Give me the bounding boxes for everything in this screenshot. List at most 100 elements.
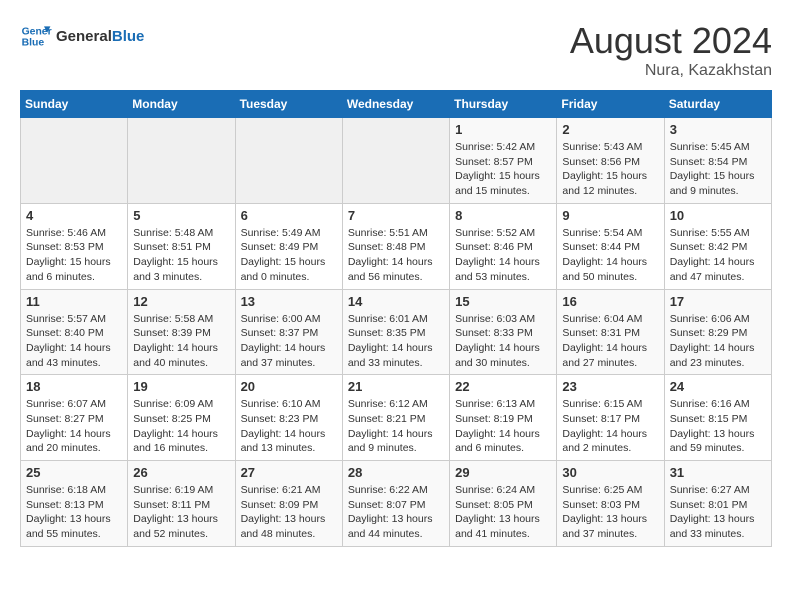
day-detail: Sunrise: 6:09 AM Sunset: 8:25 PM Dayligh… — [133, 397, 229, 456]
calendar-cell: 6 Sunrise: 5:49 AM Sunset: 8:49 PM Daylig… — [235, 203, 342, 289]
calendar-cell: 13Sunrise: 6:00 AM Sunset: 8:37 PM Dayli… — [235, 289, 342, 375]
logo-text: GeneralBlue — [56, 28, 144, 45]
calendar-cell: 19 Sunrise: 6:09 AM Sunset: 8:25 PM Dayli… — [128, 375, 235, 461]
day-detail: Sunrise: 6:21 AM Sunset: 8:09 PM Dayligh… — [241, 483, 337, 542]
day-detail: Sunrise: 5:42 AM Sunset: 8:57 PM Dayligh… — [455, 140, 551, 199]
calendar-cell: 12Sunrise: 5:58 AM Sunset: 8:39 PM Dayli… — [128, 289, 235, 375]
page-header: General Blue GeneralBlue August 2024 Nur… — [20, 20, 772, 80]
day-number: 26 — [133, 465, 229, 480]
calendar-cell: 11Sunrise: 5:57 AM Sunset: 8:40 PM Dayli… — [21, 289, 128, 375]
day-number: 31 — [670, 465, 766, 480]
calendar-cell: 17 Sunrise: 6:06 AM Sunset: 8:29 PM Dayli… — [664, 289, 771, 375]
day-number: 30 — [562, 465, 658, 480]
calendar-cell: 16 Sunrise: 6:04 AM Sunset: 8:31 PM Dayli… — [557, 289, 664, 375]
calendar-cell: 15 Sunrise: 6:03 AM Sunset: 8:33 PM Dayli… — [450, 289, 557, 375]
day-detail: Sunrise: 6:07 AM Sunset: 8:27 PM Dayligh… — [26, 397, 122, 456]
day-detail: Sunrise: 6:03 AM Sunset: 8:33 PM Dayligh… — [455, 312, 551, 371]
day-number: 2 — [562, 122, 658, 137]
day-detail: Sunrise: 6:25 AM Sunset: 8:03 PM Dayligh… — [562, 483, 658, 542]
day-detail: Sunrise: 6:15 AM Sunset: 8:17 PM Dayligh… — [562, 397, 658, 456]
day-detail: Sunrise: 6:24 AM Sunset: 8:05 PM Dayligh… — [455, 483, 551, 542]
calendar-cell: 8 Sunrise: 5:52 AM Sunset: 8:46 PM Daylig… — [450, 203, 557, 289]
day-detail: Sunrise: 6:01 AM Sunset: 8:35 PM Dayligh… — [348, 312, 444, 371]
day-number: 17 — [670, 294, 766, 309]
logo-icon: General Blue — [20, 20, 52, 52]
logo: General Blue GeneralBlue — [20, 20, 144, 52]
column-header-friday: Friday — [557, 91, 664, 118]
day-detail: Sunrise: 6:12 AM Sunset: 8:21 PM Dayligh… — [348, 397, 444, 456]
calendar-cell — [21, 118, 128, 204]
calendar-week-row: 18 Sunrise: 6:07 AM Sunset: 8:27 PM Dayli… — [21, 375, 772, 461]
day-number: 18 — [26, 379, 122, 394]
calendar-cell — [235, 118, 342, 204]
day-detail: Sunrise: 5:58 AM Sunset: 8:39 PM Dayligh… — [133, 312, 229, 371]
day-detail: Sunrise: 5:46 AM Sunset: 8:53 PM Dayligh… — [26, 226, 122, 285]
day-number: 3 — [670, 122, 766, 137]
day-detail: Sunrise: 6:06 AM Sunset: 8:29 PM Dayligh… — [670, 312, 766, 371]
day-detail: Sunrise: 6:13 AM Sunset: 8:19 PM Dayligh… — [455, 397, 551, 456]
day-number: 24 — [670, 379, 766, 394]
day-number: 22 — [455, 379, 551, 394]
calendar-cell: 18 Sunrise: 6:07 AM Sunset: 8:27 PM Dayli… — [21, 375, 128, 461]
day-detail: Sunrise: 5:51 AM Sunset: 8:48 PM Dayligh… — [348, 226, 444, 285]
day-number: 6 — [241, 208, 337, 223]
day-number: 4 — [26, 208, 122, 223]
calendar-body: 1Sunrise: 5:42 AM Sunset: 8:57 PM Daylig… — [21, 118, 772, 547]
calendar-cell: 27 Sunrise: 6:21 AM Sunset: 8:09 PM Dayli… — [235, 461, 342, 547]
day-detail: Sunrise: 5:43 AM Sunset: 8:56 PM Dayligh… — [562, 140, 658, 199]
day-number: 29 — [455, 465, 551, 480]
day-detail: Sunrise: 5:49 AM Sunset: 8:49 PM Dayligh… — [241, 226, 337, 285]
day-number: 10 — [670, 208, 766, 223]
calendar-week-row: 11Sunrise: 5:57 AM Sunset: 8:40 PM Dayli… — [21, 289, 772, 375]
day-number: 16 — [562, 294, 658, 309]
calendar-cell: 10 Sunrise: 5:55 AM Sunset: 8:42 PM Dayli… — [664, 203, 771, 289]
calendar-cell: 30 Sunrise: 6:25 AM Sunset: 8:03 PM Dayli… — [557, 461, 664, 547]
subtitle: Nura, Kazakhstan — [570, 62, 772, 80]
day-detail: Sunrise: 5:55 AM Sunset: 8:42 PM Dayligh… — [670, 226, 766, 285]
calendar-cell: 23Sunrise: 6:15 AM Sunset: 8:17 PM Dayli… — [557, 375, 664, 461]
day-number: 11 — [26, 294, 122, 309]
day-number: 14 — [348, 294, 444, 309]
day-detail: Sunrise: 6:16 AM Sunset: 8:15 PM Dayligh… — [670, 397, 766, 456]
day-detail: Sunrise: 6:04 AM Sunset: 8:31 PM Dayligh… — [562, 312, 658, 371]
calendar-header-row: SundayMondayTuesdayWednesdayThursdayFrid… — [21, 91, 772, 118]
day-number: 5 — [133, 208, 229, 223]
day-number: 20 — [241, 379, 337, 394]
calendar-cell: 28 Sunrise: 6:22 AM Sunset: 8:07 PM Dayli… — [342, 461, 449, 547]
day-detail: Sunrise: 5:52 AM Sunset: 8:46 PM Dayligh… — [455, 226, 551, 285]
calendar-cell: 20 Sunrise: 6:10 AM Sunset: 8:23 PM Dayli… — [235, 375, 342, 461]
day-detail: Sunrise: 6:19 AM Sunset: 8:11 PM Dayligh… — [133, 483, 229, 542]
calendar-cell: 24 Sunrise: 6:16 AM Sunset: 8:15 PM Dayli… — [664, 375, 771, 461]
day-detail: Sunrise: 6:27 AM Sunset: 8:01 PM Dayligh… — [670, 483, 766, 542]
day-number: 25 — [26, 465, 122, 480]
calendar-cell: 9Sunrise: 5:54 AM Sunset: 8:44 PM Daylig… — [557, 203, 664, 289]
calendar-cell: 1Sunrise: 5:42 AM Sunset: 8:57 PM Daylig… — [450, 118, 557, 204]
day-detail: Sunrise: 5:48 AM Sunset: 8:51 PM Dayligh… — [133, 226, 229, 285]
svg-text:Blue: Blue — [22, 38, 45, 49]
calendar-week-row: 25 Sunrise: 6:18 AM Sunset: 8:13 PM Dayli… — [21, 461, 772, 547]
calendar-cell: 31 Sunrise: 6:27 AM Sunset: 8:01 PM Dayli… — [664, 461, 771, 547]
day-number: 28 — [348, 465, 444, 480]
calendar-cell: 14 Sunrise: 6:01 AM Sunset: 8:35 PM Dayli… — [342, 289, 449, 375]
calendar-cell: 29 Sunrise: 6:24 AM Sunset: 8:05 PM Dayli… — [450, 461, 557, 547]
calendar-week-row: 4 Sunrise: 5:46 AM Sunset: 8:53 PM Daylig… — [21, 203, 772, 289]
calendar-week-row: 1Sunrise: 5:42 AM Sunset: 8:57 PM Daylig… — [21, 118, 772, 204]
day-number: 15 — [455, 294, 551, 309]
calendar-cell: 25 Sunrise: 6:18 AM Sunset: 8:13 PM Dayli… — [21, 461, 128, 547]
day-detail: Sunrise: 6:00 AM Sunset: 8:37 PM Dayligh… — [241, 312, 337, 371]
day-detail: Sunrise: 6:18 AM Sunset: 8:13 PM Dayligh… — [26, 483, 122, 542]
day-number: 19 — [133, 379, 229, 394]
column-header-tuesday: Tuesday — [235, 91, 342, 118]
day-detail: Sunrise: 6:10 AM Sunset: 8:23 PM Dayligh… — [241, 397, 337, 456]
title-block: August 2024 Nura, Kazakhstan — [570, 20, 772, 80]
day-number: 8 — [455, 208, 551, 223]
column-header-thursday: Thursday — [450, 91, 557, 118]
calendar-cell: 26 Sunrise: 6:19 AM Sunset: 8:11 PM Dayli… — [128, 461, 235, 547]
calendar-cell: 2 Sunrise: 5:43 AM Sunset: 8:56 PM Daylig… — [557, 118, 664, 204]
calendar-cell: 3Sunrise: 5:45 AM Sunset: 8:54 PM Daylig… — [664, 118, 771, 204]
calendar-cell: 4 Sunrise: 5:46 AM Sunset: 8:53 PM Daylig… — [21, 203, 128, 289]
column-header-wednesday: Wednesday — [342, 91, 449, 118]
calendar-cell — [128, 118, 235, 204]
day-detail: Sunrise: 6:22 AM Sunset: 8:07 PM Dayligh… — [348, 483, 444, 542]
day-number: 27 — [241, 465, 337, 480]
